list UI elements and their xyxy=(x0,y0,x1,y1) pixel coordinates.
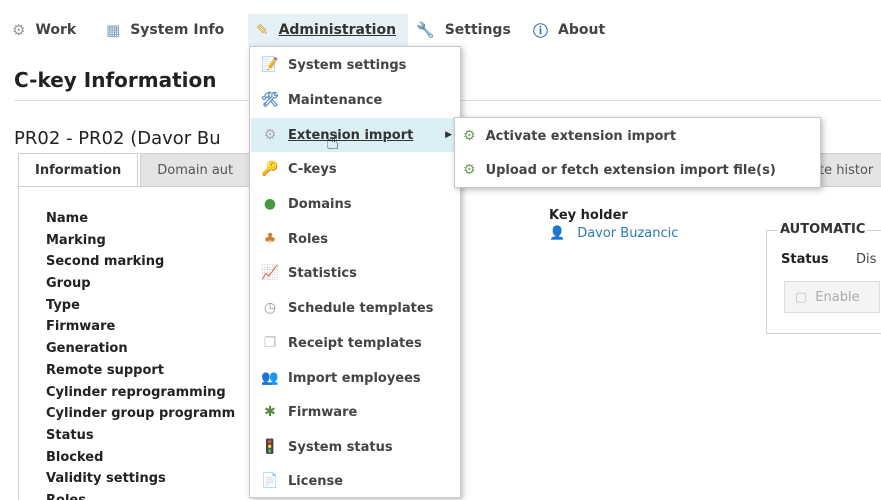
key-icon: 🔑 xyxy=(261,161,279,177)
keyholder-name: Davor Buzancic xyxy=(577,226,679,241)
field-label: Roles xyxy=(46,490,235,500)
receipt-icon: ❐ xyxy=(263,335,277,351)
submenu-arrow-icon: ▶ xyxy=(445,130,452,140)
menu-item-label: Statistics xyxy=(288,265,357,281)
menu-item-extension-import[interactable]: ⚙ Extension import ▶ xyxy=(251,118,460,152)
extension-import-submenu: ⚙ Activate extension import ⚙ Upload or … xyxy=(454,117,821,188)
field-label: Group xyxy=(46,276,91,292)
tab-information[interactable]: Information xyxy=(18,153,139,187)
menu-item-receipt-templates[interactable]: ❐ Receipt templates xyxy=(251,326,460,360)
page-title: C-key Information xyxy=(14,68,217,92)
menu-item-schedule-templates[interactable]: ◷ Schedule templates xyxy=(251,291,460,325)
field-label: Marking xyxy=(46,232,106,248)
field-label: Cylinder reprogramming xyxy=(46,384,226,400)
tab-domain-authorization[interactable]: Domain aut xyxy=(140,153,251,187)
menu-item-label: System settings xyxy=(288,57,407,73)
nav-about-label: About xyxy=(558,22,606,38)
menu-item-label: Extension import xyxy=(288,127,414,143)
license-icon: 📄 xyxy=(261,473,279,489)
menu-item-statistics[interactable]: 📈 Statistics xyxy=(251,256,460,290)
chart-icon: 📈 xyxy=(261,265,279,281)
automatic-status-label: Status xyxy=(781,252,829,267)
menu-item-label: Maintenance xyxy=(288,92,383,108)
gear-icon: ⚙ xyxy=(12,21,26,39)
menu-item-license[interactable]: 📄 License xyxy=(251,464,460,498)
menu-item-c-keys[interactable]: 🔑 C-keys xyxy=(251,152,460,186)
menu-item-label: Import employees xyxy=(288,370,421,386)
pencil-icon: ✎ xyxy=(256,21,269,39)
maintenance-icon: 🛠 xyxy=(261,92,279,108)
nav-administration-label: Administration xyxy=(278,22,397,38)
settings-doc-icon: 📝 xyxy=(261,57,279,73)
menu-item-system-status[interactable]: 🚦 System status xyxy=(251,430,460,464)
information-fields: Name Marking Second marking Group Type F… xyxy=(46,208,235,500)
chip-icon: ✱ xyxy=(264,404,276,420)
menu-item-label: License xyxy=(288,473,344,489)
document-icon: ▢ xyxy=(795,289,808,305)
import-icon: ⚙ xyxy=(263,127,277,143)
field-label: Validity settings xyxy=(46,471,166,487)
submenu-item-upload[interactable]: ⚙ Upload or fetch extension import file(… xyxy=(463,153,776,187)
menu-item-label: System status xyxy=(288,439,393,455)
menu-item-label: C-keys xyxy=(288,161,337,177)
traffic-light-icon: 🚦 xyxy=(261,439,279,455)
submenu-item-label: Activate extension import xyxy=(485,128,677,144)
nav-settings-label: Settings xyxy=(444,22,511,38)
menu-item-label: Schedule templates xyxy=(288,300,434,316)
nav-work[interactable]: ⚙ Work xyxy=(12,14,76,46)
field-label: Status xyxy=(46,427,94,443)
automatic-status-value: Dis xyxy=(856,252,877,267)
submenu-item-activate[interactable]: ⚙ Activate extension import xyxy=(463,119,676,153)
nav-work-label: Work xyxy=(35,22,77,38)
menu-item-system-settings[interactable]: 📝 System settings xyxy=(251,48,460,82)
menu-item-label: Roles xyxy=(288,231,328,247)
globe-icon: ● xyxy=(263,196,277,212)
field-label: Type xyxy=(46,297,80,313)
page-subtitle: PR02 - PR02 (Davor Bu xyxy=(14,128,221,149)
submenu-item-label: Upload or fetch extension import file(s) xyxy=(485,162,776,178)
field-label: Remote support xyxy=(46,362,165,378)
person-icon: 👤 xyxy=(549,226,566,241)
menu-item-label: Domains xyxy=(288,196,352,212)
tab-bar: Information Domain aut xyxy=(18,153,252,187)
enable-button[interactable]: ▢ Enable xyxy=(784,281,880,313)
field-label: Firmware xyxy=(46,319,116,335)
menu-item-domains[interactable]: ● Domains xyxy=(251,187,460,221)
menu-item-label: Receipt templates xyxy=(288,335,422,351)
field-label: Cylinder group programm xyxy=(46,406,236,422)
field-label: Second marking xyxy=(46,254,165,270)
nav-settings[interactable]: 🔧 Settings xyxy=(416,14,511,46)
field-label: Generation xyxy=(46,341,128,357)
nav-administration[interactable]: ✎ Administration xyxy=(248,14,409,46)
info-icon: ⓘ xyxy=(533,21,549,40)
automatic-legend: AUTOMATIC xyxy=(778,222,868,237)
menu-item-firmware[interactable]: ✱ Firmware xyxy=(251,395,460,429)
keyholder-label: Key holder xyxy=(549,208,628,223)
enable-button-label: Enable xyxy=(815,289,860,305)
wrench-icon: 🔧 xyxy=(416,21,435,39)
activate-icon: ⚙ xyxy=(463,128,476,144)
nav-about[interactable]: ⓘ About xyxy=(533,14,605,46)
employees-icon: 👥 xyxy=(261,370,279,386)
nav-system-info-label: System Info xyxy=(130,22,225,38)
nav-system-info[interactable]: ▦ System Info xyxy=(106,14,224,46)
grid-icon: ▦ xyxy=(106,21,121,39)
menu-item-import-employees[interactable]: 👥 Import employees xyxy=(251,361,460,395)
clock-icon: ◷ xyxy=(263,300,277,316)
upload-icon: ⚙ xyxy=(463,162,476,178)
menu-item-label: Firmware xyxy=(288,404,358,420)
menu-item-maintenance[interactable]: 🛠 Maintenance xyxy=(251,83,460,117)
roles-icon: ♣ xyxy=(263,231,277,247)
field-label: Blocked xyxy=(46,449,104,465)
field-label: Name xyxy=(46,211,89,226)
hand-cursor-icon: ☝ xyxy=(326,130,340,155)
administration-menu: 📝 System settings 🛠 Maintenance ⚙ Extens… xyxy=(249,46,461,498)
menu-item-roles[interactable]: ♣ Roles xyxy=(251,222,460,256)
content-border xyxy=(18,186,19,500)
keyholder-link[interactable]: 👤 Davor Buzancic xyxy=(549,226,678,241)
